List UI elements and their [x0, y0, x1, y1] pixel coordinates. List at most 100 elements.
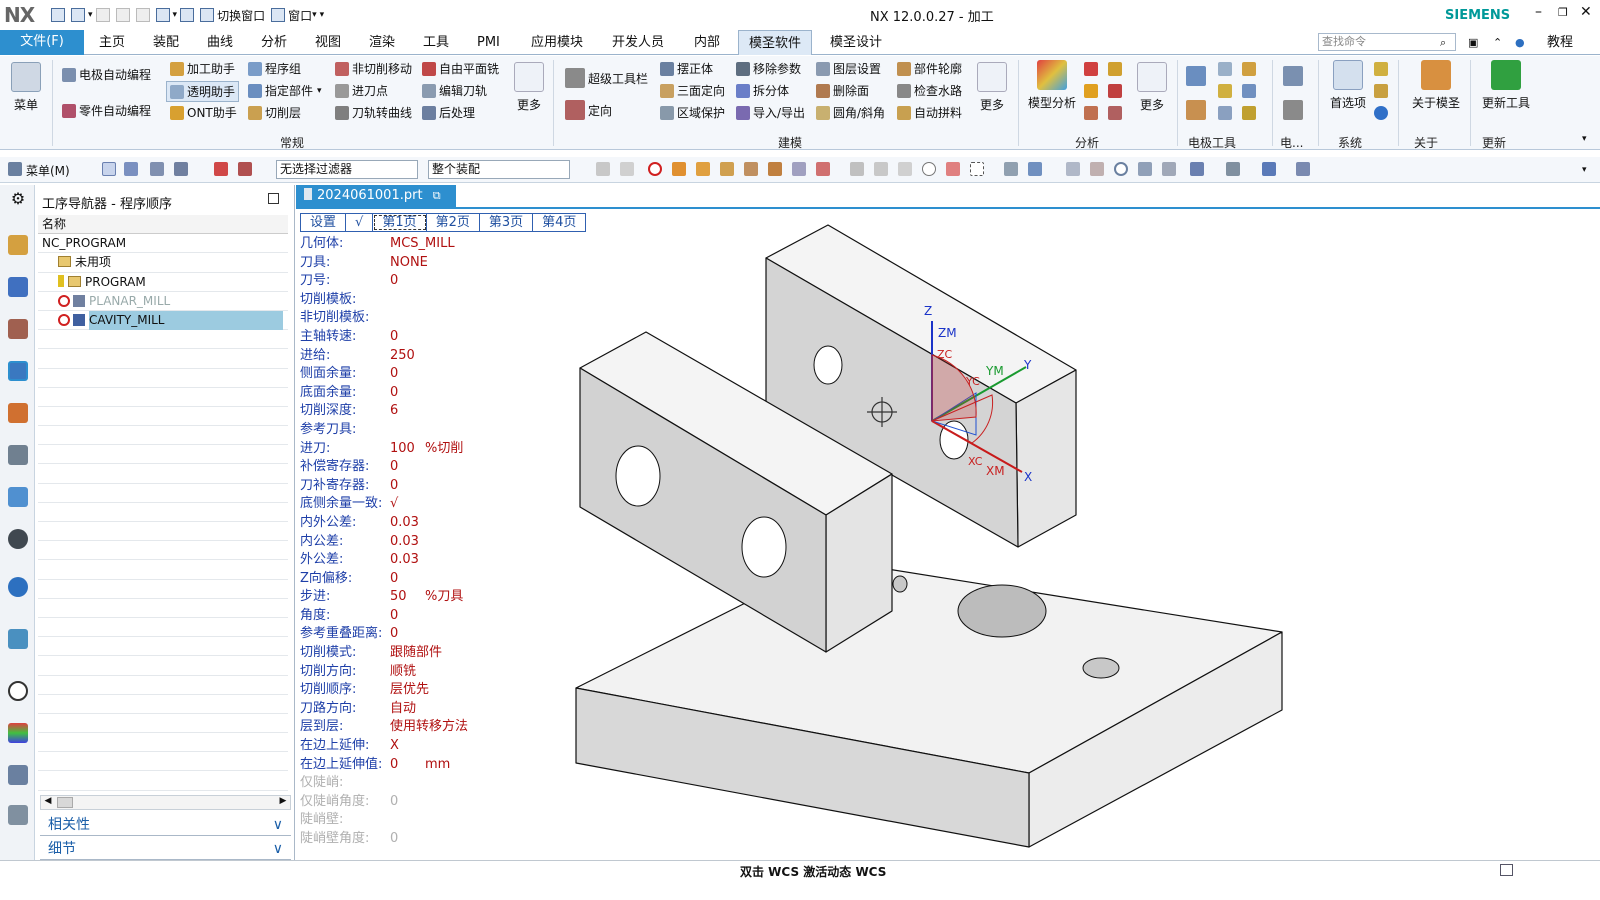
machine-navigator-icon[interactable] — [8, 403, 28, 423]
machining-assistant-button[interactable]: 加工助手 — [170, 60, 235, 77]
tab-developer[interactable]: 开发人员 — [612, 30, 664, 55]
assembly-scope-select[interactable]: 整个装配 — [428, 160, 570, 179]
stop-icon[interactable] — [648, 162, 662, 176]
ribbon-options-icon[interactable]: ▾ — [1582, 134, 1587, 144]
parameter-value[interactable]: 0 — [390, 570, 398, 589]
menu-big-button[interactable]: 菜单 — [8, 62, 44, 113]
zoom-icon[interactable] — [1090, 162, 1104, 176]
parameter-value[interactable]: 0 — [390, 756, 398, 775]
grid-icon[interactable] — [155, 8, 170, 22]
repeat-command-icon[interactable] — [180, 8, 195, 22]
minimize-icon[interactable]: – — [1535, 4, 1542, 20]
area-protect-button[interactable]: 区域保护 — [660, 104, 725, 121]
tab-page-1[interactable]: 第1页 — [373, 214, 427, 231]
part-outline-button[interactable]: 部件轮廓 — [897, 60, 962, 77]
toolbar-options-icon[interactable]: ▾ — [1582, 165, 1587, 175]
rotate-icon[interactable] — [1114, 162, 1128, 176]
parameter-value[interactable]: MCS_MILL — [390, 235, 455, 254]
parameter-value[interactable]: 顺铣 — [390, 663, 416, 682]
electrode-tool-6-button[interactable] — [1242, 62, 1259, 76]
parameter-value[interactable]: 0 — [390, 458, 398, 477]
tree-row-cavity-mill[interactable]: CAVITY_MILL — [38, 310, 288, 331]
snap-icon[interactable] — [946, 162, 960, 176]
post-process-button[interactable]: 后处理 — [422, 104, 475, 121]
parameter-value[interactable]: 0.03 — [390, 551, 419, 570]
type-filter-select[interactable]: 无选择过滤器 — [276, 160, 418, 179]
browser-icon[interactable] — [8, 629, 28, 649]
non-cutting-move-button[interactable]: 非切削移动 — [335, 60, 412, 77]
parameter-value[interactable]: 层优先 — [390, 681, 429, 700]
electrode-tool-8-button[interactable] — [1242, 106, 1259, 120]
edit-toolpath-button[interactable]: 编辑刀轨 — [422, 82, 487, 99]
fit-icon[interactable] — [1066, 162, 1080, 176]
parameter-value[interactable]: 跟随部件 — [390, 644, 442, 663]
scroll-thumb[interactable] — [57, 797, 73, 808]
parameter-value[interactable]: 0 — [390, 607, 398, 626]
tree-row-program[interactable]: PROGRAM — [38, 273, 288, 292]
copy-icon[interactable] — [115, 8, 130, 22]
snap-icon[interactable] — [696, 162, 710, 176]
snap-icon[interactable] — [816, 162, 830, 176]
system-tool-1-button[interactable] — [1374, 62, 1391, 76]
layout-icon[interactable] — [1190, 162, 1204, 176]
tab-page-2[interactable]: 第2页 — [427, 214, 480, 231]
preferences-button[interactable]: 首选项 — [1326, 60, 1370, 111]
parameter-value[interactable]: 0.03 — [390, 533, 419, 552]
palette-icon[interactable] — [8, 487, 28, 507]
search-icon[interactable]: ⌕ — [1440, 30, 1446, 55]
help-icon[interactable]: ● — [1515, 30, 1525, 55]
tab-assembly[interactable]: 装配 — [153, 30, 179, 55]
parameter-value[interactable]: 0 — [390, 272, 398, 291]
tab-page-3[interactable]: 第3页 — [480, 214, 534, 231]
auto-stock-button[interactable]: 自动拼料 — [897, 104, 962, 121]
model-analysis-button[interactable]: 模型分析 — [1026, 60, 1078, 111]
parameter-value[interactable]: X — [390, 737, 399, 756]
window-icon[interactable] — [271, 8, 286, 22]
tab-check[interactable]: √ — [346, 214, 374, 231]
parameter-value[interactable]: 0 — [390, 365, 398, 384]
scroll-left-icon[interactable]: ◀ — [41, 796, 55, 809]
fullscreen-icon[interactable] — [1500, 864, 1513, 876]
analysis-tool-6-button[interactable] — [1108, 106, 1125, 120]
parameter-value[interactable]: 0 — [390, 793, 398, 812]
parameter-value[interactable]: 0 — [390, 477, 398, 496]
clock-icon[interactable] — [8, 681, 28, 701]
import-export-button[interactable]: 导入/导出 — [736, 104, 805, 121]
toolpath-to-curve-button[interactable]: 刀轨转曲线 — [335, 104, 412, 121]
tab-settings[interactable]: 设置 — [301, 214, 347, 231]
details-section[interactable]: 细节 ∨ — [40, 839, 291, 860]
electrode-extra-1-button[interactable] — [1283, 66, 1306, 86]
tab-analysis[interactable]: 分析 — [261, 30, 287, 55]
scroll-right-icon[interactable]: ▶ — [276, 796, 290, 809]
tab-render[interactable]: 渲染 — [369, 30, 395, 55]
electrode-auto-program-button[interactable]: 电极自动编程 — [62, 66, 151, 83]
paste-icon[interactable] — [135, 8, 150, 22]
electrode-tool-7-button[interactable] — [1242, 84, 1259, 98]
part-navigator-icon[interactable] — [8, 319, 28, 339]
analysis-tool-3-button[interactable] — [1084, 106, 1101, 120]
cut-level-button[interactable]: 切削层 — [248, 104, 301, 121]
parameter-value[interactable]: 250 — [390, 347, 415, 366]
eye-icon[interactable] — [8, 529, 28, 549]
cube-icon[interactable] — [1028, 162, 1042, 176]
constraint-navigator-icon[interactable] — [8, 277, 28, 297]
chevron-down-icon[interactable]: ▾ — [88, 10, 93, 20]
transparent-assistant-button[interactable]: 透明助手 — [166, 81, 240, 102]
entry-point-button[interactable]: 进刀点 — [335, 82, 388, 99]
color-icon[interactable] — [8, 723, 28, 743]
tool-icon[interactable] — [8, 765, 28, 785]
pan-icon[interactable] — [1138, 162, 1152, 176]
parameter-value[interactable]: 50 — [390, 588, 407, 607]
filter-icon[interactable] — [238, 162, 252, 176]
analysis-tool-1-button[interactable] — [1084, 62, 1101, 76]
parameter-value[interactable]: 100 — [390, 440, 415, 459]
update-tools-button[interactable]: 更新工具 — [1476, 60, 1536, 111]
snap-icon[interactable] — [874, 162, 888, 176]
tree-row-planar-mill[interactable]: PLANAR_MILL — [38, 292, 288, 311]
snap-icon[interactable] — [744, 162, 758, 176]
save-icon[interactable] — [51, 8, 65, 22]
snap-icon[interactable] — [898, 162, 912, 176]
analysis-tool-4-button[interactable] — [1108, 62, 1125, 76]
gear-icon[interactable]: ⚙ — [8, 189, 28, 209]
orient-button[interactable]: 定向 — [565, 100, 612, 120]
